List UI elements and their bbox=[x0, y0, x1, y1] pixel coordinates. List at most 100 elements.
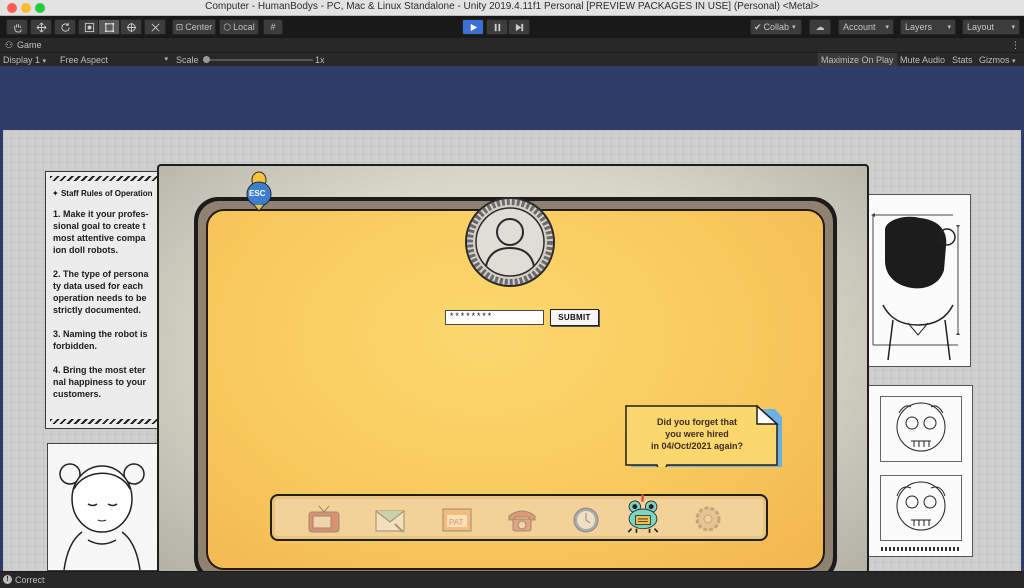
tools-icon bbox=[151, 23, 159, 31]
mute-audio-toggle[interactable]: Mute Audio bbox=[900, 54, 945, 66]
girl-sketch-illustration bbox=[59, 463, 145, 571]
local-cube-icon: ⬡ bbox=[223, 21, 232, 32]
stats-toggle[interactable]: Stats bbox=[952, 54, 973, 66]
robot-blueprint-card bbox=[862, 194, 971, 367]
chevron-down-icon: ▾ bbox=[1011, 24, 1015, 31]
chevron-down-icon: ▾ bbox=[885, 24, 889, 31]
pivot-icon: ⊡ bbox=[175, 21, 184, 32]
frog-assistant-icon bbox=[627, 494, 659, 533]
scale-icon bbox=[84, 22, 94, 32]
calendar-icon: PAT bbox=[442, 508, 472, 532]
transform-icon bbox=[126, 22, 136, 32]
info-icon: ! bbox=[3, 575, 12, 584]
layers-label: Layers bbox=[905, 22, 933, 32]
pivot-local-toggle[interactable]: ⬡ Local bbox=[219, 19, 259, 35]
phone-icon bbox=[508, 510, 536, 532]
poster-hatch-top bbox=[50, 176, 160, 181]
pivot-center-label: Center bbox=[185, 22, 213, 32]
rotate-tool-button[interactable] bbox=[54, 19, 76, 35]
scale-slider[interactable] bbox=[203, 54, 313, 66]
hand-icon bbox=[13, 23, 22, 33]
window-title: Computer - HumanBodys - PC, Mac & Linux … bbox=[205, 1, 819, 12]
hint-text: Did you forget that you were hired in 04… bbox=[650, 417, 744, 451]
password-input[interactable]: ******** bbox=[445, 310, 544, 325]
chevron-down-icon: ▾ bbox=[42, 58, 47, 65]
display-dropdown[interactable]: Display 1 ▾ bbox=[3, 54, 46, 66]
submit-button[interactable]: SUBMIT bbox=[550, 309, 599, 326]
scale-value: 1x bbox=[315, 55, 325, 65]
skull-sketch-1 bbox=[896, 402, 946, 452]
scale-slider-track bbox=[203, 59, 313, 61]
clock-icon bbox=[573, 507, 599, 533]
gizmos-label: Gizmos bbox=[979, 55, 1010, 65]
play-icon bbox=[470, 23, 477, 31]
cloud-icon: ☁ bbox=[815, 21, 825, 32]
game-controls-bar: Display 1 ▾ Free Aspect ▾ Scale 1x Maximi… bbox=[0, 52, 1024, 67]
gizmos-dropdown[interactable]: Gizmos ▾ bbox=[979, 54, 1016, 66]
panel-menu-icon[interactable]: ⋮ bbox=[1011, 39, 1020, 51]
collab-dropdown[interactable]: ✔ Collab ▾ bbox=[750, 19, 802, 35]
custom-tool-button[interactable] bbox=[144, 19, 166, 35]
girl-sketch-card bbox=[47, 443, 160, 571]
pivot-center-toggle[interactable]: ⊡ Center bbox=[172, 19, 216, 35]
move-tool-button[interactable] bbox=[30, 19, 52, 35]
rules-title-text: Staff Rules of Operation bbox=[60, 189, 153, 198]
pause-icon bbox=[494, 23, 500, 31]
tv-app[interactable] bbox=[306, 501, 342, 537]
chevron-down-icon: ▾ bbox=[792, 24, 796, 31]
app-dock: PAT bbox=[270, 494, 768, 541]
hand-tool-button[interactable] bbox=[6, 19, 28, 35]
chevron-down-icon: ▾ bbox=[164, 56, 168, 63]
esc-button[interactable]: ESC bbox=[244, 170, 274, 212]
aspect-dropdown[interactable]: Free Aspect ▾ bbox=[60, 54, 170, 66]
scale-slider-thumb[interactable] bbox=[203, 56, 210, 63]
game-view: ✦ Staff Rules of Operation 1. Make it yo… bbox=[0, 66, 1024, 571]
scale-tool-button[interactable] bbox=[78, 19, 100, 35]
unity-toolbar: ⊡ Center ⬡ Local # ✔ Collab ▾ ☁ Account ▾ Lay… bbox=[0, 16, 1024, 38]
chevron-down-icon: ▾ bbox=[1012, 58, 1016, 65]
game-tab[interactable]: Game bbox=[17, 39, 42, 51]
status-message[interactable]: Correct bbox=[15, 575, 45, 585]
step-button[interactable] bbox=[508, 19, 530, 35]
rect-transform-icon bbox=[104, 22, 114, 32]
grid-snap-button[interactable]: # bbox=[263, 19, 283, 35]
transform-tool-button[interactable] bbox=[120, 19, 142, 35]
layers-dropdown[interactable]: Layers ▾ bbox=[900, 19, 956, 35]
collab-check-icon: ✔ bbox=[754, 21, 762, 32]
game-controller-icon: ⚇ bbox=[5, 40, 14, 50]
play-button[interactable] bbox=[462, 19, 484, 35]
frog-assistant-app[interactable] bbox=[625, 490, 661, 538]
scale-label: Scale bbox=[176, 55, 199, 65]
diamond-icon: ✦ bbox=[52, 189, 61, 198]
step-icon bbox=[515, 23, 523, 31]
account-dropdown[interactable]: Account ▾ bbox=[838, 19, 894, 35]
maximize-on-play-toggle[interactable]: Maximize On Play bbox=[818, 53, 897, 67]
skull-sketch-frame-2 bbox=[880, 475, 962, 541]
poster-hatch-bottom bbox=[50, 419, 160, 424]
layout-dropdown[interactable]: Layout ▾ bbox=[962, 19, 1020, 35]
calendar-app[interactable]: PAT bbox=[439, 501, 475, 537]
skull-sketch-card bbox=[866, 385, 973, 557]
skull-sketch-2 bbox=[896, 481, 946, 531]
phone-app[interactable] bbox=[504, 501, 540, 537]
mail-app[interactable] bbox=[372, 501, 408, 537]
rotate-icon bbox=[60, 22, 70, 32]
robot-head-blueprint-illustration bbox=[871, 213, 960, 361]
layout-label: Layout bbox=[967, 22, 995, 32]
account-label: Account bbox=[843, 22, 876, 32]
clock-app[interactable] bbox=[568, 501, 604, 537]
svg-text:PAT: PAT bbox=[449, 518, 463, 527]
display-label: Display 1 bbox=[3, 55, 41, 65]
chevron-down-icon: ▾ bbox=[947, 24, 951, 31]
window-title-bar: Computer - HumanBodys - PC, Mac & Linux … bbox=[0, 0, 1024, 16]
card-caption-bar bbox=[881, 547, 961, 551]
pause-button[interactable] bbox=[486, 19, 508, 35]
pivot-local-label: Local bbox=[233, 22, 255, 32]
settings-app[interactable] bbox=[690, 501, 726, 537]
rect-tool-button[interactable] bbox=[98, 19, 120, 35]
collab-label: Collab bbox=[763, 22, 790, 32]
rules-title: ✦ Staff Rules of Operation bbox=[52, 189, 153, 198]
game-panel-header: ⚇ Game ⋮ bbox=[0, 38, 1024, 52]
cloud-button[interactable]: ☁ bbox=[809, 19, 831, 35]
settings-icon bbox=[695, 506, 721, 532]
